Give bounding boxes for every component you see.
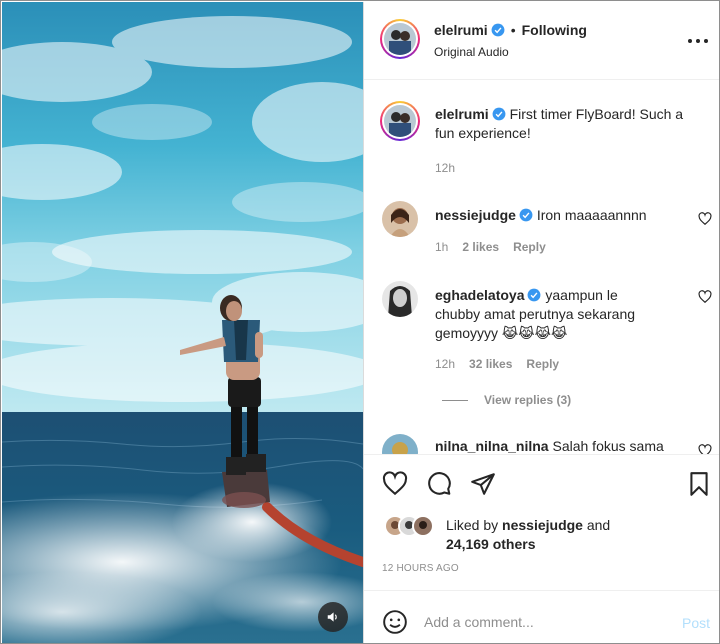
flyboard-video-frame [2, 2, 363, 643]
verified-badge-icon [491, 23, 505, 37]
post-timestamp[interactable]: 12 hours ago [382, 563, 459, 574]
comment-age[interactable]: 1h [435, 240, 448, 254]
add-comment-bar: Post [364, 590, 719, 643]
view-replies-button[interactable]: View replies (3) [442, 393, 571, 407]
verified-badge-icon [528, 288, 541, 302]
more-options-icon[interactable] [686, 36, 710, 46]
verified-badge-icon [492, 107, 506, 121]
comments-list[interactable]: elelrumi First timer FlyBoard! Such a fu… [364, 81, 719, 454]
comment-meta: 1h 2 likes Reply [435, 240, 560, 254]
post-actions: Liked by nessiejudge and 24,169 others 1… [364, 454, 719, 589]
reply-button[interactable]: Reply [526, 357, 559, 371]
liked-by-others[interactable]: 24,169 others [446, 536, 536, 552]
liked-by-text: Liked by nessiejudge and 24,169 others [446, 516, 706, 554]
heart-icon[interactable] [382, 471, 408, 497]
commenter-avatar[interactable] [382, 281, 418, 317]
commenter-avatar[interactable] [382, 201, 418, 237]
view-replies-line [442, 399, 468, 401]
author-avatar[interactable] [380, 19, 420, 59]
post-header: elelrumi • Following Original Audio [364, 2, 719, 80]
comment-username[interactable]: eghadelatoya [435, 287, 524, 303]
comment-body: eghadelatoya yaampun le chubby amat peru… [435, 286, 665, 343]
paper-plane-icon[interactable] [470, 471, 496, 497]
comment-meta: 12h 32 likes Reply [435, 357, 573, 371]
liked-by-prefix: Liked by [446, 517, 499, 533]
post-button[interactable]: Post [682, 615, 710, 631]
comment-heart-icon[interactable] [698, 290, 712, 304]
view-replies-label: View replies (3) [484, 393, 572, 407]
comment-text: Salah fokus sama [552, 438, 664, 454]
comment-text: Iron maaaaannnn [536, 207, 647, 223]
commenter-avatar[interactable] [382, 434, 418, 454]
comment-likes[interactable]: 2 likes [462, 240, 499, 254]
reply-button[interactable]: Reply [513, 240, 546, 254]
comment-body: nessiejudge Iron maaaaannnn [435, 206, 675, 225]
comment-username[interactable]: nessiejudge [435, 207, 516, 223]
mute-button[interactable] [318, 602, 348, 632]
caption-username[interactable]: elelrumi [435, 106, 489, 122]
liked-by-user[interactable]: nessiejudge [502, 517, 583, 533]
post-side-panel: elelrumi • Following Original Audio elel… [363, 2, 719, 643]
comment-body: nilna_nilna_nilna Salah fokus sama [435, 437, 685, 454]
author-username[interactable]: elelrumi [434, 22, 488, 38]
caption-meta: 12h [435, 161, 469, 175]
comment-input[interactable] [424, 607, 654, 637]
smiley-icon[interactable] [382, 609, 408, 635]
comment-bubble-icon[interactable] [426, 471, 452, 497]
comment-heart-icon[interactable] [698, 212, 712, 226]
post-video[interactable] [2, 2, 363, 643]
post-modal: elelrumi • Following Original Audio elel… [0, 0, 720, 644]
caption-text-block: elelrumi First timer FlyBoard! Such a fu… [435, 105, 705, 143]
verified-badge-icon [519, 208, 533, 222]
liked-by-joiner: and [586, 517, 611, 533]
liked-by-avatars[interactable] [384, 515, 444, 537]
comment-likes[interactable]: 32 likes [469, 357, 512, 371]
caption-avatar[interactable] [380, 101, 420, 141]
audio-label[interactable]: Original Audio [434, 45, 509, 59]
speaker-icon [327, 612, 337, 622]
comment-age[interactable]: 12h [435, 357, 455, 371]
caption-age[interactable]: 12h [435, 161, 455, 175]
bookmark-icon[interactable] [686, 471, 712, 497]
comment-username[interactable]: nilna_nilna_nilna [435, 438, 549, 454]
following-button[interactable]: Following [522, 22, 587, 38]
comment-heart-icon[interactable] [698, 444, 712, 454]
separator-dot: • [510, 22, 516, 38]
liker-avatar [412, 515, 434, 537]
